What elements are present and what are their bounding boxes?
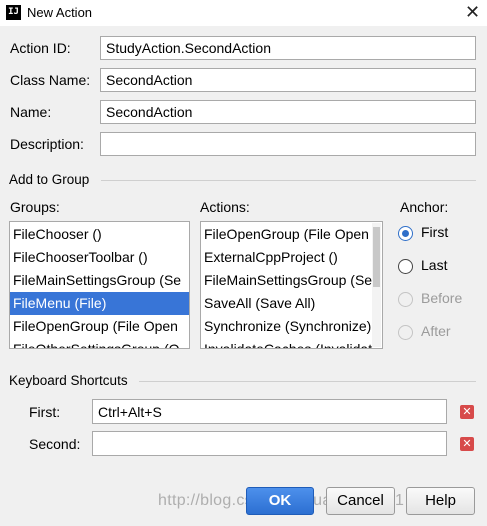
anchor-label: Anchor: (400, 199, 449, 215)
list-item[interactable]: ExternalCppProject () (201, 246, 382, 269)
action-id-field[interactable] (100, 36, 476, 60)
section-divider (101, 180, 476, 181)
description-field[interactable] (100, 132, 476, 156)
help-button[interactable]: Help (406, 487, 475, 515)
first-shortcut-field[interactable] (92, 399, 447, 424)
list-item[interactable]: FileChooser () (10, 223, 189, 246)
scrollbar-thumb[interactable] (373, 227, 380, 287)
close-icon[interactable]: ✕ (465, 2, 480, 22)
ok-button[interactable]: OK (246, 487, 314, 515)
first-shortcut-label: First: (29, 404, 61, 420)
list-item[interactable]: Synchronize (Synchronize) (201, 315, 382, 338)
title-bar: IJ New Action ✕ (0, 0, 487, 26)
actions-label: Actions: (200, 199, 250, 215)
list-item[interactable]: InvalidateCaches (Invalidat (201, 338, 382, 348)
list-item[interactable]: FileMainSettingsGroup (Se (10, 269, 189, 292)
list-item[interactable]: FileMainSettingsGroup (Se (201, 269, 382, 292)
action-id-label: Action ID: (10, 40, 71, 56)
actions-scrollbar[interactable] (372, 223, 381, 347)
second-shortcut-label: Second: (29, 436, 81, 452)
radio-icon (398, 325, 413, 340)
list-item[interactable]: SaveAll (Save All) (201, 292, 382, 315)
class-name-label: Class Name: (10, 72, 91, 88)
name-label: Name: (10, 104, 52, 120)
radio-icon (398, 226, 413, 241)
add-to-group-title: Add to Group (9, 172, 90, 187)
groups-list[interactable]: FileChooser () FileChooserToolbar () Fil… (9, 221, 190, 349)
radio-icon (398, 292, 413, 307)
radio-icon (398, 259, 413, 274)
section-divider (139, 381, 476, 382)
second-shortcut-field[interactable] (92, 431, 447, 456)
list-item[interactable]: FileOtherSettingsGroup (O (10, 338, 189, 348)
cancel-button[interactable]: Cancel (326, 487, 395, 515)
name-field[interactable] (100, 100, 476, 124)
clear-icon[interactable]: ✕ (460, 437, 474, 451)
list-item[interactable]: FileChooserToolbar () (10, 246, 189, 269)
clear-icon[interactable]: ✕ (460, 405, 474, 419)
list-item-selected[interactable]: FileMenu (File) (10, 292, 189, 315)
description-label: Description: (10, 136, 84, 152)
keyboard-shortcuts-title: Keyboard Shortcuts (9, 373, 128, 388)
actions-list[interactable]: FileOpenGroup (File Open ExternalCppProj… (200, 221, 383, 349)
intellij-icon: IJ (6, 5, 21, 20)
class-name-field[interactable] (100, 68, 476, 92)
groups-label: Groups: (10, 199, 60, 215)
list-item[interactable]: FileOpenGroup (File Open (201, 223, 382, 246)
list-item[interactable]: FileOpenGroup (File Open (10, 315, 189, 338)
window-title: New Action (27, 5, 93, 20)
